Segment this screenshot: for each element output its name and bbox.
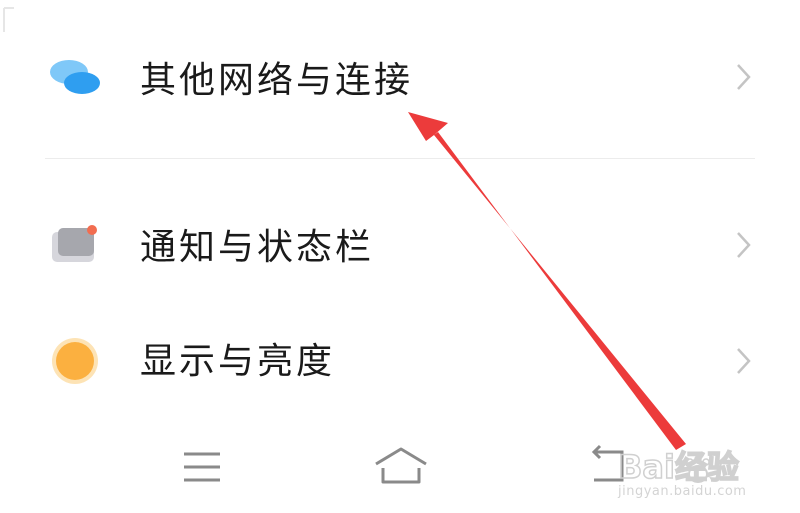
brightness-icon xyxy=(52,338,98,384)
nav-menu-button[interactable] xyxy=(166,440,236,496)
home-icon xyxy=(375,447,427,484)
settings-item-other-networks[interactable]: 其他网络与连接 xyxy=(0,40,800,120)
menu-icon xyxy=(184,452,220,482)
settings-item-notifications[interactable]: 通知与状态栏 xyxy=(0,206,800,286)
settings-item-label: 显示与亮度 xyxy=(140,341,336,382)
watermark-url: jingyan.baidu.com xyxy=(618,484,747,499)
nav-home-button[interactable] xyxy=(366,440,436,496)
chat-bubbles-icon xyxy=(50,60,100,94)
notification-icon xyxy=(52,225,97,262)
settings-item-display-brightness[interactable]: 显示与亮度 xyxy=(0,322,800,402)
chevron-right-icon xyxy=(737,232,751,258)
chevron-right-icon xyxy=(737,64,751,90)
chevron-right-icon xyxy=(737,348,751,374)
settings-item-label: 其他网络与连接 xyxy=(140,60,414,101)
section-divider xyxy=(45,158,755,159)
settings-item-label: 通知与状态栏 xyxy=(140,227,375,268)
status-corner-mark xyxy=(3,7,14,32)
